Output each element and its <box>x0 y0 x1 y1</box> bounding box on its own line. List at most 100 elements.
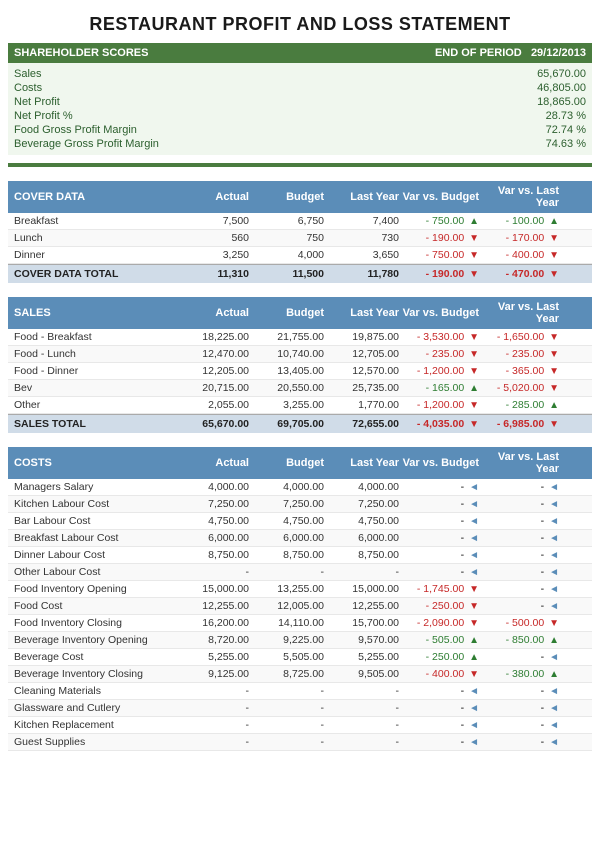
table-row: Guest Supplies - - - - ◄ - ◄ <box>8 734 592 751</box>
row-varlastyear: - 365.00 ▼ <box>479 365 559 377</box>
row-budget: 20,550.00 <box>249 382 324 394</box>
row-varlastyear: - 380.00 ▲ <box>479 668 559 680</box>
page-title: RESTAURANT PROFIT AND LOSS STATEMENT <box>8 8 592 43</box>
row-budget: - <box>249 566 324 578</box>
arrow-left-icon: ◄ <box>469 737 479 748</box>
row-label: Guest Supplies <box>14 736 174 748</box>
row-lastyear: 12,570.00 <box>324 365 399 377</box>
arrow-left-icon: ◄ <box>469 550 479 561</box>
table-row: Beverage Cost 5,255.00 5,505.00 5,255.00… <box>8 649 592 666</box>
arrow-down-icon: ▼ <box>549 419 559 430</box>
arrow-left-icon: ◄ <box>549 584 559 595</box>
row-varbudget: - ◄ <box>399 532 479 544</box>
row-lastyear: 9,570.00 <box>324 634 399 646</box>
row-budget: 5,505.00 <box>249 651 324 663</box>
row-lastyear: 6,000.00 <box>324 532 399 544</box>
total-actual: 11,310 <box>174 268 249 280</box>
row-label: Lunch <box>14 232 174 244</box>
total-label: SALES TOTAL <box>14 418 174 430</box>
row-actual: 8,720.00 <box>174 634 249 646</box>
row-budget: 9,225.00 <box>249 634 324 646</box>
table-row: Food - Dinner 12,205.00 13,405.00 12,570… <box>8 363 592 380</box>
row-actual: 2,055.00 <box>174 399 249 411</box>
arrow-left-icon: ◄ <box>549 737 559 748</box>
arrow-up-icon: ▲ <box>549 669 559 680</box>
row-varbudget: - ◄ <box>399 549 479 561</box>
row-varbudget: - 250.00 ▼ <box>399 600 479 612</box>
row-actual: 4,000.00 <box>174 481 249 493</box>
row-varlastyear: - ◄ <box>479 481 559 493</box>
row-actual: 12,255.00 <box>174 600 249 612</box>
row-varbudget: - 1,200.00 ▼ <box>399 399 479 411</box>
row-varlastyear: - ◄ <box>479 583 559 595</box>
shareholder-row: Costs46,805.00 <box>14 81 586 95</box>
arrow-left-icon: ◄ <box>469 567 479 578</box>
row-actual: 12,205.00 <box>174 365 249 377</box>
shareholder-label: SHAREHOLDER SCORES <box>14 47 148 59</box>
arrow-down-icon: ▼ <box>469 233 479 244</box>
shareholder-row-label: Food Gross Profit Margin <box>14 124 137 136</box>
row-varlastyear: - 5,020.00 ▼ <box>479 382 559 394</box>
row-label: Kitchen Labour Cost <box>14 498 174 510</box>
shareholder-row: Beverage Gross Profit Margin74.63 % <box>14 137 586 151</box>
total-lastyear: 72,655.00 <box>324 418 399 430</box>
row-varlastyear: - 500.00 ▼ <box>479 617 559 629</box>
table-row: Breakfast 7,500 6,750 7,400 - 750.00 ▲ -… <box>8 213 592 230</box>
row-varbudget: - 1,745.00 ▼ <box>399 583 479 595</box>
sales-header: SALES Actual Budget Last Year Var vs. Bu… <box>8 297 592 329</box>
row-actual: 20,715.00 <box>174 382 249 394</box>
row-lastyear: 15,700.00 <box>324 617 399 629</box>
row-budget: 10,740.00 <box>249 348 324 360</box>
row-varbudget: - 235.00 ▼ <box>399 348 479 360</box>
row-label: Food Inventory Opening <box>14 583 174 595</box>
arrow-down-icon: ▼ <box>549 269 559 280</box>
shareholder-row-label: Sales <box>14 68 42 80</box>
row-lastyear: 12,705.00 <box>324 348 399 360</box>
table-row: Breakfast Labour Cost 6,000.00 6,000.00 … <box>8 530 592 547</box>
arrow-left-icon: ◄ <box>549 482 559 493</box>
table-row: Food Cost 12,255.00 12,005.00 12,255.00 … <box>8 598 592 615</box>
page: RESTAURANT PROFIT AND LOSS STATEMENT SHA… <box>0 0 600 759</box>
arrow-left-icon: ◄ <box>549 703 559 714</box>
arrow-down-icon: ▼ <box>469 400 479 411</box>
shareholder-row-value: 74.63 % <box>466 138 586 150</box>
shareholder-row-value: 18,865.00 <box>466 96 586 108</box>
arrow-down-icon: ▼ <box>469 250 479 261</box>
row-label: Other Labour Cost <box>14 566 174 578</box>
row-varlastyear: - 1,650.00 ▼ <box>479 331 559 343</box>
table-row: Managers Salary 4,000.00 4,000.00 4,000.… <box>8 479 592 496</box>
arrow-up-icon: ▲ <box>469 652 479 663</box>
row-label: Bev <box>14 382 174 394</box>
row-label: Other <box>14 399 174 411</box>
row-label: Beverage Inventory Opening <box>14 634 174 646</box>
row-varlastyear: - 170.00 ▼ <box>479 232 559 244</box>
row-lastyear: - <box>324 719 399 731</box>
arrow-left-icon: ◄ <box>469 533 479 544</box>
total-row: SALES TOTAL 65,670.00 69,705.00 72,655.0… <box>8 414 592 433</box>
row-varlastyear: - 850.00 ▲ <box>479 634 559 646</box>
row-varlastyear: - ◄ <box>479 702 559 714</box>
row-budget: 8,750.00 <box>249 549 324 561</box>
row-label: Food Inventory Closing <box>14 617 174 629</box>
row-actual: 4,750.00 <box>174 515 249 527</box>
shareholder-row: Food Gross Profit Margin72.74 % <box>14 123 586 137</box>
row-budget: 3,255.00 <box>249 399 324 411</box>
row-budget: 6,000.00 <box>249 532 324 544</box>
shareholder-row-value: 46,805.00 <box>466 82 586 94</box>
arrow-up-icon: ▲ <box>549 216 559 227</box>
cover-data-total: COVER DATA TOTAL 11,310 11,500 11,780 - … <box>8 264 592 283</box>
total-varbudget: - 190.00 ▼ <box>399 268 479 280</box>
table-row: Beverage Inventory Closing 9,125.00 8,72… <box>8 666 592 683</box>
row-varlastyear: - 285.00 ▲ <box>479 399 559 411</box>
row-lastyear: 5,255.00 <box>324 651 399 663</box>
row-actual: 7,500 <box>174 215 249 227</box>
cover-data-rows: Breakfast 7,500 6,750 7,400 - 750.00 ▲ -… <box>8 213 592 264</box>
arrow-left-icon: ◄ <box>549 601 559 612</box>
table-row: Glassware and Cutlery - - - - ◄ - ◄ <box>8 700 592 717</box>
total-budget: 11,500 <box>249 268 324 280</box>
table-row: Cleaning Materials - - - - ◄ - ◄ <box>8 683 592 700</box>
arrow-up-icon: ▲ <box>549 635 559 646</box>
row-actual: 9,125.00 <box>174 668 249 680</box>
row-budget: - <box>249 719 324 731</box>
row-lastyear: 3,650 <box>324 249 399 261</box>
